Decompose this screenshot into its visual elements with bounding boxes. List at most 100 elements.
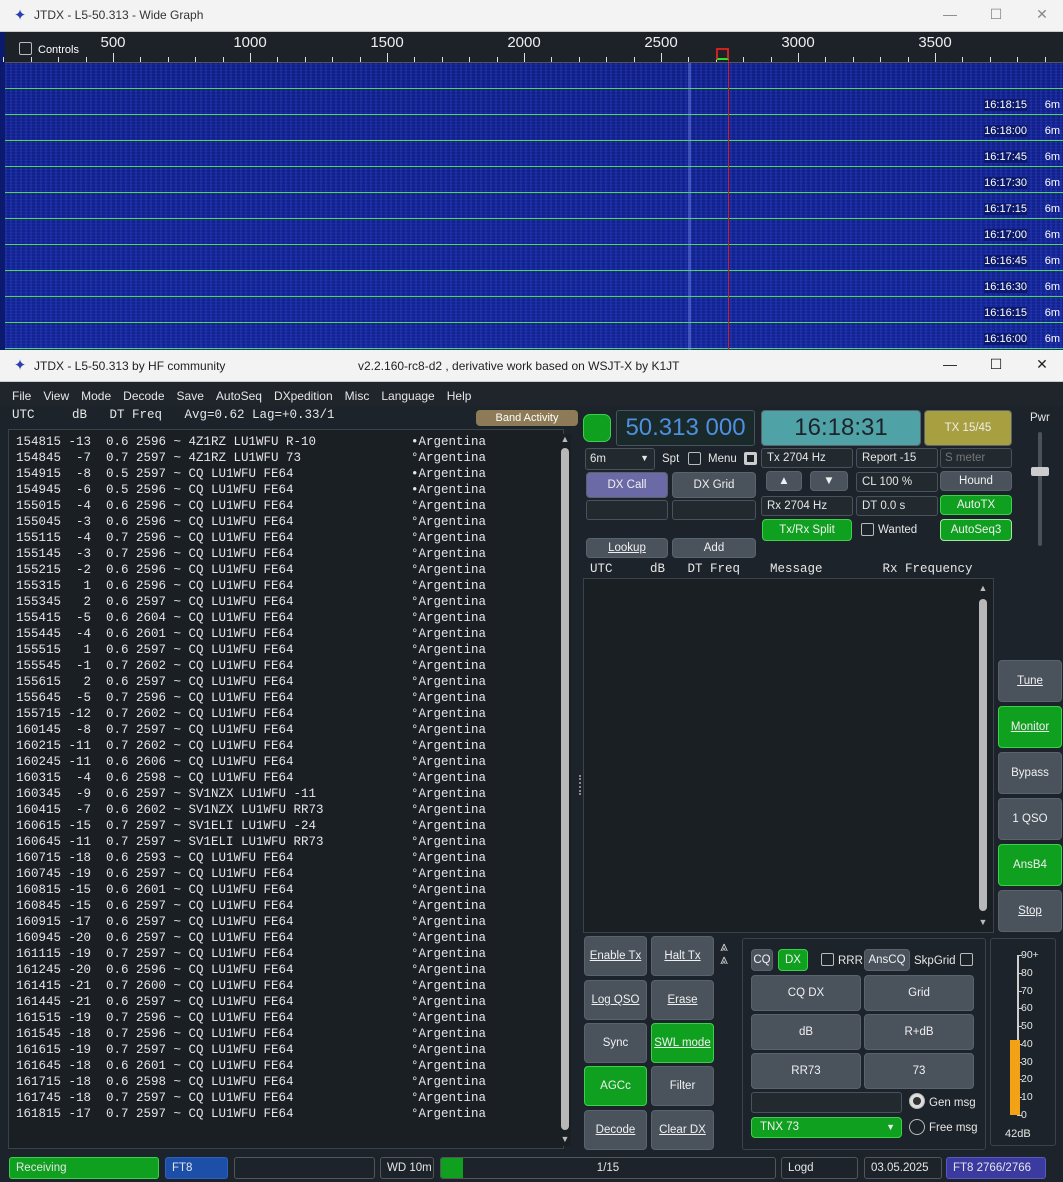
menu-item-help[interactable]: Help bbox=[447, 389, 472, 403]
log-qso-button[interactable]: Log QSO bbox=[584, 980, 647, 1020]
rx-frequency-list[interactable]: ▲ ▼ bbox=[583, 578, 994, 933]
decode-row[interactable]: 160345 -9 0.6 2597 ~ SV1NZX LU1WFU -11 °A… bbox=[16, 787, 486, 803]
close-icon[interactable]: ✕ bbox=[1032, 356, 1052, 373]
wanted-checkbox[interactable] bbox=[861, 523, 874, 536]
decode-row[interactable]: 160745 -19 0.6 2597 ~ CQ LU1WFU FE64 °Arg… bbox=[16, 867, 486, 883]
decode-row[interactable]: 160215 -11 0.7 2602 ~ CQ LU1WFU FE64 °Arg… bbox=[16, 739, 486, 755]
decode-row[interactable]: 160145 -8 0.7 2597 ~ CQ LU1WFU FE64 °Arge… bbox=[16, 723, 486, 739]
db-button[interactable]: dB bbox=[751, 1014, 861, 1050]
dx-button[interactable]: DX bbox=[778, 949, 808, 971]
bypass-button[interactable]: Bypass bbox=[998, 752, 1062, 794]
minimize-icon[interactable]: — bbox=[940, 356, 960, 372]
collapse-arrows-icon[interactable]: ⩓ ⩓ bbox=[720, 939, 742, 970]
lookup-button[interactable]: Lookup bbox=[586, 538, 668, 558]
autoseq3-button[interactable]: AutoSeq3 bbox=[940, 519, 1012, 541]
tx-up-button[interactable]: ▲ bbox=[766, 471, 802, 491]
controls-checkbox[interactable] bbox=[19, 42, 32, 55]
menu-item-file[interactable]: File bbox=[12, 389, 31, 403]
decode-row[interactable]: 160645 -11 0.7 2597 ~ SV1ELI LU1WFU RR73… bbox=[16, 835, 486, 851]
decode-row[interactable]: 155715 -12 0.7 2602 ~ CQ LU1WFU FE64 °Arg… bbox=[16, 707, 486, 723]
scroll-up-icon[interactable]: ▲ bbox=[977, 583, 989, 593]
decode-row[interactable]: 155115 -4 0.7 2596 ~ CQ LU1WFU FE64 °Arge… bbox=[16, 531, 486, 547]
maximize-icon[interactable]: ☐ bbox=[986, 356, 1006, 373]
add-button[interactable]: Add bbox=[672, 538, 756, 558]
gen-msg-input[interactable] bbox=[751, 1092, 902, 1113]
autotx-button[interactable]: AutoTX bbox=[940, 495, 1012, 515]
erase-button[interactable]: Erase bbox=[651, 980, 714, 1020]
scroll-thumb[interactable] bbox=[979, 599, 987, 911]
scroll-down-icon[interactable]: ▼ bbox=[977, 917, 989, 927]
decode-row[interactable]: 155315 1 0.6 2596 ~ CQ LU1WFU FE64 °Argen… bbox=[16, 579, 486, 595]
decode-row[interactable]: 160315 -4 0.6 2598 ~ CQ LU1WFU FE64 °Arge… bbox=[16, 771, 486, 787]
decode-row[interactable]: 161715 -18 0.6 2598 ~ CQ LU1WFU FE64 °Arg… bbox=[16, 1075, 486, 1091]
maximize-icon[interactable]: ☐ bbox=[986, 6, 1006, 23]
decode-row[interactable]: 154815 -13 0.6 2596 ~ 4Z1RZ LU1WFU R-10 •… bbox=[16, 435, 486, 451]
decode-row[interactable]: 155045 -3 0.6 2596 ~ CQ LU1WFU FE64 °Arge… bbox=[16, 515, 486, 531]
decode-row[interactable]: 160245 -11 0.6 2606 ~ CQ LU1WFU FE64 °Arg… bbox=[16, 755, 486, 771]
frequency-ruler[interactable]: Controls 50010001500200025003000350040 bbox=[3, 32, 1063, 63]
spt-checkbox[interactable] bbox=[688, 452, 701, 465]
menu-item-autoseq[interactable]: AutoSeq bbox=[216, 389, 262, 403]
tnx-73-select[interactable]: TNX 73 ▼ bbox=[751, 1117, 902, 1138]
band-activity-scrollbar[interactable]: ▲ ▼ bbox=[559, 434, 571, 1146]
decode-row[interactable]: 155015 -4 0.6 2596 ~ CQ LU1WFU FE64 °Arge… bbox=[16, 499, 486, 515]
menu-item-save[interactable]: Save bbox=[177, 389, 204, 403]
cq-button[interactable]: CQ bbox=[751, 949, 773, 971]
tx-frequency-field[interactable]: Tx 2704 Hz bbox=[761, 448, 853, 468]
rx-frequency-marker[interactable] bbox=[716, 48, 729, 60]
73-button[interactable]: 73 bbox=[864, 1053, 974, 1089]
agcc-button[interactable]: AGCc bbox=[584, 1066, 647, 1106]
decode-row[interactable]: 160615 -15 0.7 2597 ~ SV1ELI LU1WFU -24 °… bbox=[16, 819, 486, 835]
scroll-up-icon[interactable]: ▲ bbox=[559, 434, 571, 444]
decode-row[interactable]: 160945 -20 0.6 2597 ~ CQ LU1WFU FE64 °Arg… bbox=[16, 931, 486, 947]
anscq-button[interactable]: AnsCQ bbox=[864, 949, 910, 971]
menu-checkbox[interactable] bbox=[744, 452, 757, 465]
scroll-thumb[interactable] bbox=[561, 448, 569, 1130]
menu-item-decode[interactable]: Decode bbox=[123, 389, 164, 403]
tune-button[interactable]: Tune bbox=[998, 660, 1062, 702]
band-activity-button[interactable]: Band Activity bbox=[476, 410, 578, 426]
decode-row[interactable]: 155545 -1 0.7 2602 ~ CQ LU1WFU FE64 °Arge… bbox=[16, 659, 486, 675]
decode-row[interactable]: 154915 -8 0.5 2597 ~ CQ LU1WFU FE64 •Arge… bbox=[16, 467, 486, 483]
decode-row[interactable]: 161445 -21 0.6 2597 ~ CQ LU1WFU FE64 °Arg… bbox=[16, 995, 486, 1011]
tx-period-button[interactable]: TX 15/45 bbox=[924, 410, 1012, 446]
menu-item-view[interactable]: View bbox=[43, 389, 69, 403]
decode-row[interactable]: 155415 -5 0.6 2604 ~ CQ LU1WFU FE64 °Arge… bbox=[16, 611, 486, 627]
band-select[interactable]: 6m ▼ bbox=[585, 448, 655, 470]
menu-item-language[interactable]: Language bbox=[381, 389, 434, 403]
filter-button[interactable]: Filter bbox=[651, 1066, 714, 1106]
r-db-button[interactable]: R+dB bbox=[864, 1014, 974, 1050]
waterfall-display[interactable]: 16:18:15 6m 16:18:00 6m 16:17:45 6m 16:17:30 6m… bbox=[5, 63, 1063, 350]
hound-button[interactable]: Hound bbox=[940, 471, 1012, 491]
menu-item-misc[interactable]: Misc bbox=[345, 389, 370, 403]
swl-mode-button[interactable]: SWL mode bbox=[651, 1023, 714, 1063]
skpgrid-checkbox[interactable] bbox=[960, 953, 973, 966]
decode-row[interactable]: 155445 -4 0.6 2601 ~ CQ LU1WFU FE64 °Arge… bbox=[16, 627, 486, 643]
report-field[interactable]: Report -15 bbox=[856, 448, 938, 468]
decode-row[interactable]: 154845 -7 0.7 2597 ~ 4Z1RZ LU1WFU 73 °Arg… bbox=[16, 451, 486, 467]
decode-row[interactable]: 155645 -5 0.7 2596 ~ CQ LU1WFU FE64 °Arge… bbox=[16, 691, 486, 707]
decode-row[interactable]: 161645 -18 0.6 2601 ~ CQ LU1WFU FE64 °Arg… bbox=[16, 1059, 486, 1075]
rr73-button[interactable]: RR73 bbox=[751, 1053, 861, 1089]
dt-field[interactable]: DT 0.0 s bbox=[856, 496, 938, 516]
decode-row[interactable]: 160915 -17 0.6 2597 ~ CQ LU1WFU FE64 °Arg… bbox=[16, 915, 486, 931]
menu-item-mode[interactable]: Mode bbox=[81, 389, 111, 403]
ansb4-button[interactable]: AnsB4 bbox=[998, 844, 1062, 886]
gen-msg-radio[interactable] bbox=[909, 1093, 925, 1109]
sync-button[interactable]: Sync bbox=[584, 1023, 647, 1063]
decode-row[interactable]: 154945 -6 0.5 2596 ~ CQ LU1WFU FE64 •Arge… bbox=[16, 483, 486, 499]
monitor-button[interactable]: Monitor bbox=[998, 706, 1062, 748]
close-icon[interactable]: ✕ bbox=[1032, 6, 1052, 23]
decode-row[interactable]: 161415 -21 0.7 2600 ~ CQ LU1WFU FE64 °Arg… bbox=[16, 979, 486, 995]
rrr-checkbox[interactable] bbox=[821, 953, 834, 966]
power-slider-handle[interactable] bbox=[1031, 467, 1049, 476]
txrx-split-button[interactable]: Tx/Rx Split bbox=[762, 519, 852, 541]
decode-row[interactable]: 155515 1 0.6 2597 ~ CQ LU1WFU FE64 °Argen… bbox=[16, 643, 486, 659]
halt-tx-button[interactable]: Halt Tx bbox=[651, 936, 714, 976]
decode-row[interactable]: 160845 -15 0.6 2597 ~ CQ LU1WFU FE64 °Arg… bbox=[16, 899, 486, 915]
rx-frequency-field[interactable]: Rx 2704 Hz bbox=[761, 496, 853, 516]
decode-row[interactable]: 155215 -2 0.6 2596 ~ CQ LU1WFU FE64 °Arge… bbox=[16, 563, 486, 579]
cq-dx-button[interactable]: CQ DX bbox=[751, 975, 861, 1011]
decode-row[interactable]: 155145 -3 0.7 2596 ~ CQ LU1WFU FE64 °Arge… bbox=[16, 547, 486, 563]
decode-row[interactable]: 161515 -19 0.7 2596 ~ CQ LU1WFU FE64 °Arg… bbox=[16, 1011, 486, 1027]
